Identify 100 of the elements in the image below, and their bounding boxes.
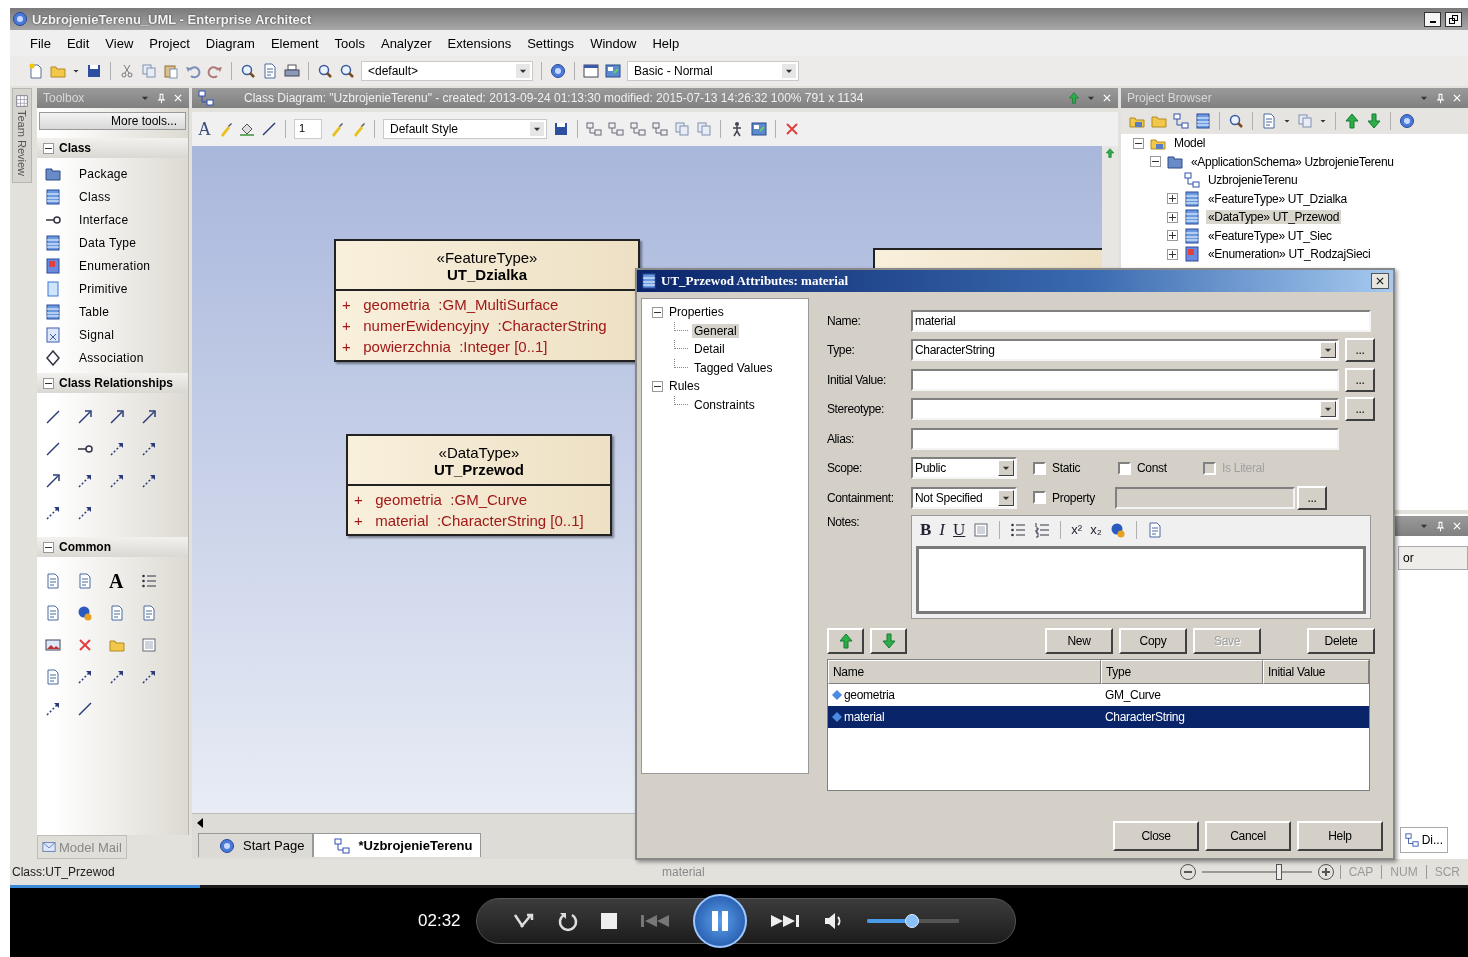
action-button[interactable]: Copy [1119, 627, 1187, 654]
tree-item[interactable]: «DataType» UT_Przewod [1206, 210, 1342, 225]
format-button[interactable]: I [939, 519, 945, 540]
tree-item[interactable]: «Enumeration» UT_RodzajSieci [1206, 247, 1373, 262]
expander-toggle[interactable] [43, 541, 54, 553]
tree-item[interactable]: «ApplicationSchema» UzbrojenieTerenu [1189, 154, 1396, 169]
expander-toggle[interactable] [652, 380, 663, 392]
browse-button[interactable]: ... [1297, 485, 1327, 510]
perspective-combo[interactable]: Basic - Normal [627, 61, 799, 81]
table-row[interactable]: material CharacterString [828, 705, 1369, 728]
panel-button[interactable]: or [1398, 546, 1468, 570]
tool-label[interactable]: Primitive [79, 281, 128, 296]
document-icon[interactable] [77, 573, 93, 589]
expander-toggle[interactable] [1167, 193, 1178, 205]
menu-item[interactable]: Element [262, 35, 327, 51]
line-icon[interactable] [261, 121, 277, 137]
enumeration-icon[interactable] [45, 257, 61, 274]
checkbox[interactable] [1033, 461, 1046, 475]
menu-item[interactable]: Help [644, 35, 688, 51]
input-field[interactable] [911, 368, 1339, 391]
expander-toggle[interactable] [1133, 137, 1144, 149]
scroll-left-icon[interactable] [196, 817, 204, 828]
menu-item[interactable]: View [97, 35, 142, 51]
fill-icon[interactable] [239, 121, 255, 137]
document-icon[interactable] [109, 605, 125, 621]
next-icon[interactable] [769, 913, 801, 929]
pin-icon[interactable] [156, 92, 167, 104]
delete-icon[interactable] [77, 637, 93, 653]
caret-icon[interactable] [1283, 117, 1291, 125]
redo-icon[interactable] [207, 63, 223, 79]
bullet-list-icon[interactable] [1010, 521, 1027, 538]
save-icon[interactable] [553, 121, 569, 137]
layout-icon[interactable] [605, 63, 621, 79]
dashed-arrow-icon[interactable] [109, 441, 125, 457]
close-button[interactable] [1371, 273, 1389, 289]
dashed-arrow-icon[interactable] [109, 669, 125, 685]
checkbox[interactable] [1118, 461, 1131, 475]
tool-label[interactable]: Data Type [79, 235, 137, 250]
notes-field[interactable] [916, 545, 1366, 614]
move-up-button[interactable] [827, 627, 864, 654]
dashed-arrow-icon[interactable] [141, 441, 157, 457]
more-tools-button[interactable]: More tools... [39, 112, 186, 130]
class-icon[interactable] [45, 188, 61, 205]
close-icon[interactable] [1102, 93, 1112, 103]
checkbox[interactable] [1033, 491, 1046, 505]
tree-item[interactable]: Tagged Values [692, 360, 775, 375]
package-icon[interactable] [45, 165, 61, 182]
document-icon[interactable] [45, 573, 61, 589]
workspace-combo[interactable]: <default> [361, 61, 533, 81]
printer-icon[interactable] [284, 63, 300, 79]
class-box[interactable]: «DataType» UT_Przewod + geometria :GM_Curve + material :CharacterString [0..1] [346, 434, 612, 536]
tree-item[interactable]: Detail [692, 342, 727, 357]
menu-item[interactable]: Settings [519, 35, 583, 51]
scroll-up-icon[interactable] [1105, 148, 1115, 158]
dashed-arrow-icon[interactable] [77, 505, 93, 521]
tree-item[interactable]: «FeatureType» UT_Siec [1206, 228, 1334, 243]
restore-button[interactable] [1445, 11, 1462, 27]
format-button[interactable]: U [953, 519, 966, 540]
line-icon[interactable] [45, 441, 61, 457]
expander-toggle[interactable] [1167, 230, 1178, 242]
tool-label[interactable]: Enumeration [79, 258, 151, 273]
dialog-button[interactable]: Close [1113, 821, 1199, 851]
data-type-icon[interactable] [45, 234, 61, 251]
tool-label[interactable]: Package [79, 166, 128, 181]
signal-icon[interactable] [45, 326, 61, 343]
layout-icon[interactable] [751, 121, 767, 137]
repeat-icon[interactable] [557, 910, 579, 932]
dashed-arrow-icon[interactable] [77, 669, 93, 685]
up-arrow-icon[interactable] [1344, 113, 1360, 129]
line-icon[interactable] [45, 409, 61, 425]
tool-label[interactable]: Signal [79, 327, 115, 342]
action-button[interactable]: Delete [1307, 627, 1375, 654]
line-icon[interactable] [77, 701, 93, 717]
search-icon[interactable] [240, 63, 256, 79]
side-tab[interactable]: Team Review [12, 88, 32, 184]
note-icon[interactable] [45, 605, 61, 621]
delete-icon[interactable] [784, 121, 800, 137]
paste-icon[interactable] [163, 63, 179, 79]
search-icon[interactable] [339, 63, 355, 79]
dashed-arrow-icon[interactable] [77, 473, 93, 489]
section-title[interactable]: Class [59, 141, 92, 155]
dashed-arrow-icon[interactable] [141, 669, 157, 685]
expander-toggle[interactable] [1167, 211, 1178, 223]
combo-field[interactable]: CharacterString [911, 339, 1339, 362]
menu-item[interactable]: Analyzer [372, 35, 440, 51]
script-button[interactable]: x₂ [1090, 522, 1102, 537]
browse-button[interactable]: ... [1345, 367, 1375, 392]
arrow-icon[interactable] [77, 409, 93, 425]
previous-icon[interactable] [639, 913, 671, 929]
bullet-list-icon[interactable] [141, 573, 157, 589]
volume-thumb[interactable] [905, 914, 920, 928]
window-icon[interactable] [583, 63, 599, 79]
tree-item[interactable]: Properties [667, 305, 726, 320]
document-tab[interactable]: *UzbrojenieTerenu [313, 833, 482, 857]
class-box[interactable]: «FeatureType» UT_Dzialka + geometria :GM_MultiSurface + numerEwidencyjny :CharacterString + powierzchnia :Integer [0..1] [334, 239, 640, 362]
tree-item[interactable]: «FeatureType» UT_Dzialka [1206, 191, 1349, 206]
globe-icon[interactable] [77, 605, 93, 621]
combo-field[interactable]: Public [911, 457, 1017, 480]
document-tab[interactable]: Start Page [198, 833, 314, 857]
menu-item[interactable]: Project [141, 35, 198, 51]
